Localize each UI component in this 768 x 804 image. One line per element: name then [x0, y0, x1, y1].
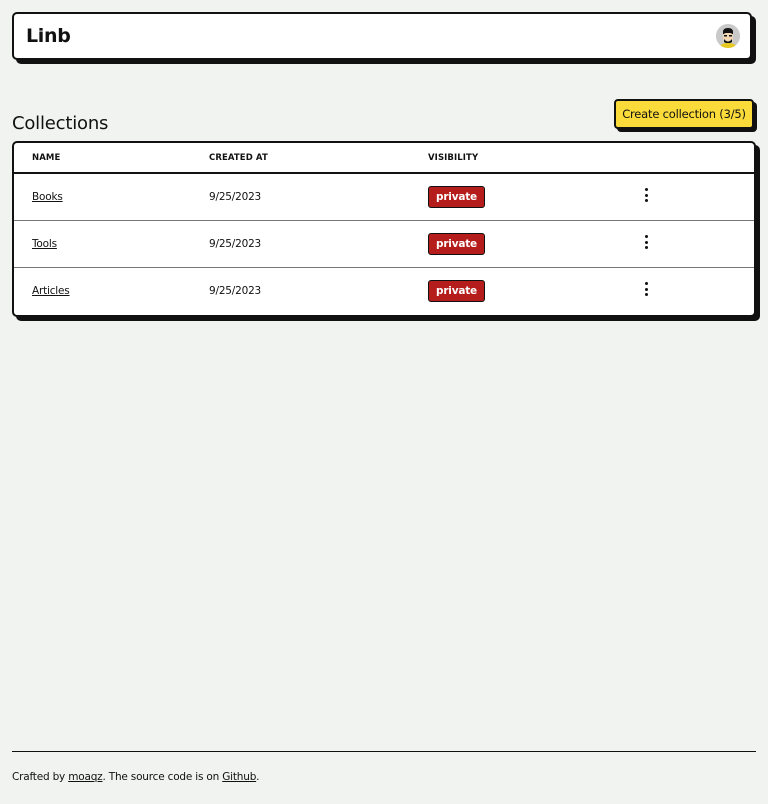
footer-text-prefix: Crafted by: [12, 771, 69, 783]
create-collection-button[interactable]: Create collection (3/5): [614, 99, 754, 129]
brand-logo-text[interactable]: Linb: [26, 25, 71, 47]
table-header-row: NAME CREATED AT VISIBILITY: [14, 143, 754, 174]
column-header-visibility: VISIBILITY: [410, 143, 620, 174]
created-at-cell: 9/25/2023: [209, 284, 262, 297]
collection-name-link[interactable]: Tools: [32, 238, 57, 250]
footer-text-middle: . The source code is on: [102, 771, 223, 783]
footer-divider: [12, 751, 756, 752]
column-header-actions: [620, 143, 754, 174]
collection-name-link[interactable]: Books: [32, 191, 63, 203]
column-header-created-at: CREATED AT: [191, 143, 410, 174]
table-row: Tools 9/25/2023 private: [14, 220, 754, 268]
visibility-badge: private: [428, 279, 485, 302]
github-link[interactable]: Github: [222, 771, 256, 783]
created-at-cell: 9/25/2023: [191, 220, 410, 268]
app-header: Linb: [12, 12, 752, 60]
visibility-badge: private: [428, 185, 485, 208]
visibility-badge: private: [428, 232, 485, 255]
page-title: Collections: [12, 113, 109, 135]
footer-text-suffix: .: [256, 771, 260, 783]
user-avatar-icon[interactable]: [716, 24, 740, 48]
created-at-cell: 9/25/2023: [191, 173, 410, 221]
more-options-icon[interactable]: [638, 281, 654, 297]
table-row: Articles 9/25/2023 private: [14, 267, 754, 314]
author-link[interactable]: moaqz: [68, 771, 102, 783]
column-header-name: NAME: [14, 143, 191, 174]
footer: Crafted by moaqz. The source code is on …: [12, 771, 260, 783]
more-options-icon[interactable]: [638, 187, 654, 203]
more-options-icon[interactable]: [638, 234, 654, 250]
table-row: Books 9/25/2023 private: [14, 173, 754, 221]
collections-table: NAME CREATED AT VISIBILITY Books 9/25/20…: [12, 141, 756, 317]
collection-name-link[interactable]: Articles: [32, 285, 70, 297]
